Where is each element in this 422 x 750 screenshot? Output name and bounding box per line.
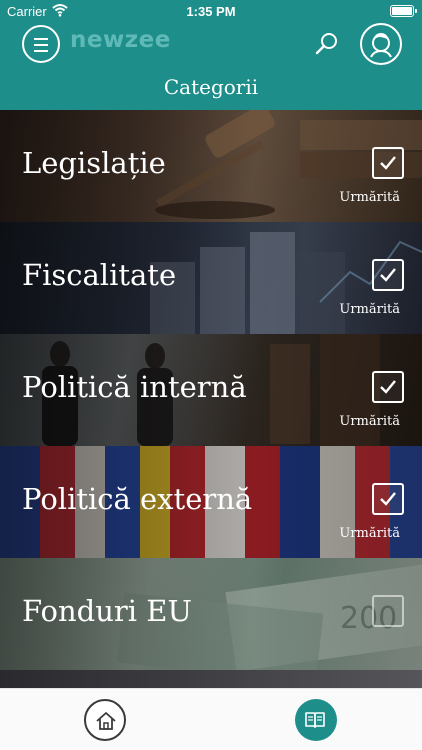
category-list: Legislație Urmărită Fiscalitate Urmărită (0, 110, 422, 688)
category-name: Fiscalitate (22, 258, 177, 292)
category-name: Legislație (22, 146, 166, 180)
followed-label: Urmărită (339, 190, 400, 205)
category-row-fonduri-eu[interactable]: 200 Fonduri EU (0, 558, 422, 670)
followed-label: Urmărită (339, 414, 400, 429)
category-row-legislatie[interactable]: Legislație Urmărită (0, 110, 422, 222)
app-header: newzee Categorii (0, 22, 422, 110)
category-row-partial (0, 670, 422, 688)
tab-categories[interactable] (295, 699, 337, 741)
app-logo: newzee (70, 27, 171, 53)
tab-home[interactable] (84, 699, 126, 741)
checkmark-icon (380, 268, 396, 282)
category-row-politica-externa[interactable]: Politică externă Urmărită (0, 446, 422, 558)
menu-button[interactable] (22, 25, 60, 63)
follow-checkbox[interactable] (372, 147, 404, 179)
home-icon (96, 712, 116, 730)
category-row-politica-interna[interactable]: Politică internă Urmărită (0, 334, 422, 446)
category-name: Fonduri EU (22, 594, 192, 628)
checkmark-icon (380, 156, 396, 170)
user-avatar-icon (370, 33, 392, 58)
search-icon[interactable] (314, 31, 340, 57)
follow-checkbox[interactable] (372, 259, 404, 291)
status-time: 1:35 PM (186, 4, 236, 19)
checkmark-icon (380, 380, 396, 394)
tab-bar (0, 688, 422, 750)
hamburger-menu-icon (34, 38, 48, 40)
followed-label: Urmărită (339, 526, 400, 541)
page-title: Categorii (163, 75, 259, 99)
status-bar: Carrier 1:35 PM (0, 0, 422, 22)
battery-icon (390, 5, 417, 17)
category-name: Politică externă (22, 482, 253, 516)
profile-button[interactable] (360, 23, 402, 65)
book-icon (305, 712, 325, 728)
category-row-fiscalitate[interactable]: Fiscalitate Urmărită (0, 222, 422, 334)
follow-checkbox[interactable] (372, 595, 404, 627)
followed-label: Urmărită (339, 302, 400, 317)
checkmark-icon (380, 492, 396, 506)
follow-checkbox[interactable] (372, 371, 404, 403)
category-name: Politică internă (22, 370, 247, 404)
follow-checkbox[interactable] (372, 483, 404, 515)
